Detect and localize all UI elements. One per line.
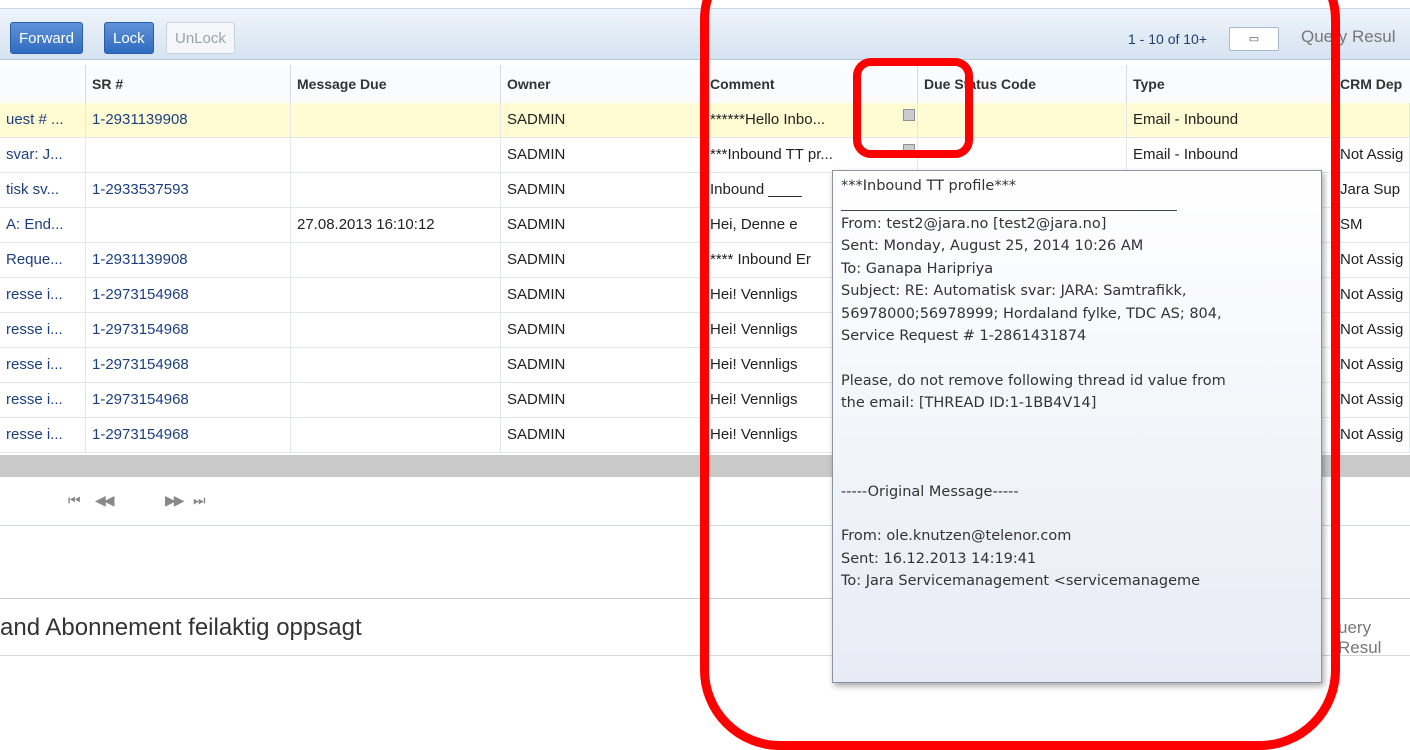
cell-sr-number[interactable]: 1-2933537593: [86, 173, 291, 207]
cell-crm-dep: Not Assig: [1334, 313, 1410, 347]
cell-subject[interactable]: A: End...: [0, 208, 86, 242]
cell-subject[interactable]: resse i...: [0, 278, 86, 312]
tooltip-thread-note: the email: [THREAD ID:1-1BB4V14]: [841, 395, 1097, 411]
cell-sr-number[interactable]: 1-2931139908: [86, 243, 291, 277]
cell-subject[interactable]: resse i...: [0, 418, 86, 452]
table-row[interactable]: svar: J... SADMIN ***Inbound TT pr... Email…: [0, 138, 1410, 173]
tooltip-original-message: -----Original Message-----: [841, 483, 1019, 500]
cell-crm-dep: Not Assig: [1334, 138, 1410, 172]
tooltip-from: From: test2@jara.no [test2@jara.no]: [841, 215, 1107, 232]
tooltip-title: ***Inbound TT profile***: [841, 178, 1017, 194]
cell-message-due: [291, 278, 501, 312]
record-count: 1 - 10 of 10+: [1128, 31, 1208, 47]
cell-sr-number[interactable]: 1-2973154968: [86, 383, 291, 417]
cell-subject[interactable]: tisk sv...: [0, 173, 86, 207]
previous-page-icon[interactable]: ◀◀: [95, 492, 114, 509]
cell-crm-dep: [1334, 103, 1410, 137]
cell-owner: SADMIN: [501, 103, 704, 137]
next-page-icon[interactable]: ▶▶: [165, 492, 184, 509]
column-header-owner[interactable]: Owner: [501, 65, 704, 103]
cell-subject[interactable]: uest # ...: [0, 103, 86, 137]
comment-popup-icon[interactable]: [903, 144, 915, 156]
cell-sr-number[interactable]: [86, 138, 291, 172]
cell-crm-dep: Not Assig: [1334, 348, 1410, 382]
tooltip-subject: Subject: RE: Automatisk svar: JARA: Samt…: [841, 283, 1187, 299]
cell-sr-number[interactable]: 1-2931139908: [86, 103, 291, 137]
cell-owner: SADMIN: [501, 208, 704, 242]
forward-button[interactable]: Forward: [10, 22, 84, 54]
cell-due-status-code: [918, 138, 1127, 172]
tooltip-thread-note: Please, do not remove following thread i…: [841, 372, 1226, 389]
cell-crm-dep: SM: [1334, 208, 1410, 242]
cell-type: Email - Inbound: [1127, 103, 1334, 137]
tooltip-rule: [841, 209, 1177, 211]
first-page-icon[interactable]: ⏮: [68, 492, 81, 509]
column-header-message-due[interactable]: Message Due: [291, 65, 501, 103]
cell-message-due: [291, 173, 501, 207]
cell-owner: SADMIN: [501, 313, 704, 347]
cell-message-due: 27.08.2013 16:10:12: [291, 208, 501, 242]
cell-subject[interactable]: Reque...: [0, 243, 86, 277]
tooltip-original-sent: Sent: 16.12.2013 14:19:41: [841, 550, 1037, 567]
cell-subject[interactable]: resse i...: [0, 348, 86, 382]
tooltip-subject: 56978000;56978999; Hordaland fylke, TDC …: [841, 305, 1222, 322]
column-header-crm-dep[interactable]: CRM Dep: [1334, 65, 1410, 103]
cell-message-due: [291, 313, 501, 347]
column-header-comment[interactable]: Comment: [704, 65, 918, 103]
tooltip-original-from: From: ole.knutzen@telenor.com: [841, 528, 1072, 544]
column-header-due-status-code[interactable]: Due Status Code: [918, 65, 1127, 103]
comment-popup-icon[interactable]: [903, 109, 915, 121]
cell-message-due: [291, 103, 501, 137]
cell-type: Email - Inbound: [1127, 138, 1334, 172]
tooltip-to: To: Ganapa Haripriya: [841, 260, 994, 277]
cell-subject[interactable]: svar: J...: [0, 138, 86, 172]
cell-owner: SADMIN: [501, 348, 704, 382]
cell-owner: SADMIN: [501, 243, 704, 277]
column-header-type[interactable]: Type: [1127, 65, 1334, 103]
cell-comment: ******Hello Inbo...: [704, 103, 918, 137]
grid-header: SR # Message Due Owner Comment Due Statu…: [0, 65, 1410, 104]
cell-owner: SADMIN: [501, 418, 704, 452]
cell-sr-number[interactable]: 1-2973154968: [86, 418, 291, 452]
cell-message-due: [291, 418, 501, 452]
cell-crm-dep: Jara Sup: [1334, 173, 1410, 207]
tooltip-sent: Sent: Monday, August 25, 2014 10:26 AM: [841, 238, 1144, 254]
cell-owner: SADMIN: [501, 383, 704, 417]
cell-message-due: [291, 243, 501, 277]
cell-message-due: [291, 383, 501, 417]
unlock-button[interactable]: UnLock: [166, 22, 235, 54]
cell-owner: SADMIN: [501, 278, 704, 312]
record-count-dropdown[interactable]: ▭: [1229, 27, 1279, 51]
cell-owner: SADMIN: [501, 173, 704, 207]
list-toolbar: Forward Lock UnLock 1 - 10 of 10+ ▭ Quer…: [0, 8, 1410, 60]
tooltip-original-to: To: Jara Servicemanagement <servicemanag…: [841, 573, 1201, 589]
table-row[interactable]: uest # ... 1-2931139908 SADMIN ******Hello …: [0, 103, 1410, 138]
column-header-sr[interactable]: SR #: [86, 65, 291, 103]
comment-tooltip: ***Inbound TT profile*** From: test2@jar…: [832, 170, 1322, 683]
cell-owner: SADMIN: [501, 138, 704, 172]
cell-message-due: [291, 348, 501, 382]
form-title: and Abonnement feilaktig oppsagt: [0, 614, 362, 641]
cell-crm-dep: Not Assig: [1334, 418, 1410, 452]
cell-due-status-code: [918, 103, 1127, 137]
cell-subject[interactable]: resse i...: [0, 383, 86, 417]
cell-subject[interactable]: resse i...: [0, 313, 86, 347]
lock-button[interactable]: Lock: [104, 22, 154, 54]
cell-crm-dep: Not Assig: [1334, 278, 1410, 312]
cell-crm-dep: Not Assig: [1334, 243, 1410, 277]
column-header-subject[interactable]: [0, 65, 86, 103]
tooltip-subject: Service Request # 1-2861431874: [841, 328, 1087, 344]
cell-crm-dep: Not Assig: [1334, 383, 1410, 417]
query-results-label-bottom: uery Resul: [1338, 618, 1382, 657]
cell-sr-number[interactable]: 1-2973154968: [86, 278, 291, 312]
query-results-label: Query Resul: [1301, 27, 1396, 46]
cell-message-due: [291, 138, 501, 172]
last-page-icon[interactable]: ⏭: [193, 492, 206, 509]
cell-sr-number[interactable]: 1-2973154968: [86, 313, 291, 347]
cell-comment: ***Inbound TT pr...: [704, 138, 918, 172]
cell-sr-number[interactable]: 1-2973154968: [86, 348, 291, 382]
cell-sr-number[interactable]: [86, 208, 291, 242]
